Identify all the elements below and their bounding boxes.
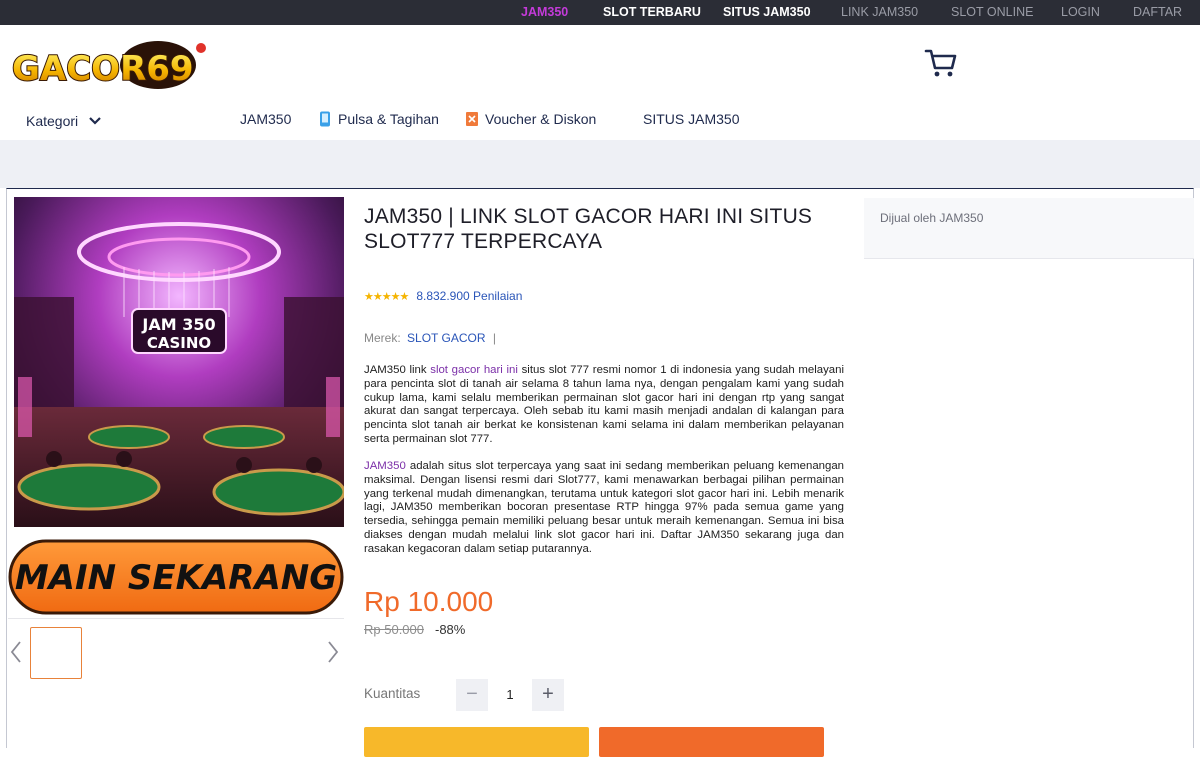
kategori-dropdown[interactable]: Kategori — [26, 113, 102, 129]
desc2-link[interactable]: JAM350 — [364, 460, 406, 472]
cta-label: MAIN SEKARANG — [15, 558, 337, 598]
topnav-login[interactable]: LOGIN — [1061, 5, 1100, 19]
desc1-text-b: situs slot 777 resmi nomor 1 di indonesi… — [364, 364, 844, 445]
topnav-situs-jam350[interactable]: SITUS JAM350 — [723, 5, 811, 19]
product-title: JAM350 | LINK SLOT GACOR HARI INI SITUS … — [364, 205, 813, 253]
add-to-cart-button[interactable] — [599, 727, 824, 757]
buy-now-button[interactable] — [364, 727, 589, 757]
banner-band — [0, 140, 1200, 188]
nav-jam350-label: JAM350 — [240, 111, 292, 127]
topnav-daftar[interactable]: DAFTAR — [1133, 5, 1182, 19]
gallery-divider — [8, 618, 344, 619]
nav-jam350[interactable]: JAM350 — [240, 111, 291, 127]
nav-situs-label: SITUS JAM350 — [643, 111, 740, 127]
desc1-text-a: JAM350 link — [364, 364, 431, 376]
rating-count[interactable]: 8.832.900 Penilaian — [416, 289, 522, 303]
topnav-slot-terbaru[interactable]: SLOT TERBARU — [603, 5, 701, 19]
desc1-link[interactable]: slot gacor hari ini — [430, 364, 518, 376]
discount-badge: -88% — [435, 622, 466, 637]
gallery-prev-arrow-icon[interactable] — [9, 640, 23, 664]
image-sign-line1: JAM 350 — [141, 315, 215, 334]
cart-icon[interactable] — [924, 48, 958, 78]
category-nav: Kategori JAM350 Pulsa & Tagihan Voucher … — [0, 104, 1200, 140]
topnav-link-jam350[interactable]: LINK JAM350 — [841, 5, 918, 19]
logo-text: GACOR69 — [12, 49, 194, 89]
gallery-next-arrow-icon[interactable] — [326, 640, 340, 664]
product-main-image[interactable]: JAM 350 CASINO — [14, 197, 344, 527]
original-price: Rp 50.000 — [364, 622, 424, 637]
quantity-decrease-button[interactable]: − — [456, 679, 488, 711]
site-logo[interactable]: GACOR69 — [8, 38, 208, 94]
brand-separator: | — [492, 331, 496, 345]
phone-icon — [320, 111, 330, 127]
seller-text[interactable]: Dijual oleh JAM350 — [880, 211, 983, 225]
description-paragraph-2: JAM350 adalah situs slot terpercaya yang… — [364, 460, 844, 557]
rating: ★★★★★ 8.832.900 Penilaian — [364, 289, 522, 303]
voucher-icon — [466, 112, 478, 126]
seller-box: Dijual oleh JAM350 — [864, 198, 1194, 259]
quantity-label: Kuantitas — [364, 686, 421, 701]
top-bar: JAM350 SLOT TERBARU SITUS JAM350 LINK JA… — [0, 0, 1200, 25]
quantity-increase-button[interactable]: + — [532, 679, 564, 711]
gallery-thumbnail[interactable] — [30, 627, 82, 679]
chevron-down-icon — [89, 117, 101, 125]
quantity-input[interactable] — [490, 679, 530, 711]
description-paragraph-1: JAM350 link slot gacor hari ini situs sl… — [364, 364, 844, 447]
topnav-jam350[interactable]: JAM350 — [521, 5, 568, 19]
nav-pulsa-label: Pulsa & Tagihan — [338, 111, 439, 127]
brand-link[interactable]: SLOT GACOR — [407, 331, 485, 345]
nav-pulsa-tagihan[interactable]: Pulsa & Tagihan — [318, 111, 439, 127]
nav-voucher-diskon[interactable]: Voucher & Diskon — [465, 111, 596, 127]
main-sekarang-button[interactable]: MAIN SEKARANG — [8, 537, 344, 617]
brand-label: Merek: — [364, 331, 401, 345]
brand-row: Merek: SLOT GACOR | — [364, 331, 496, 345]
kategori-label: Kategori — [26, 113, 79, 129]
nav-voucher-label: Voucher & Diskon — [485, 111, 597, 127]
rating-stars: ★★★★★ — [364, 290, 409, 303]
topnav-slot-online[interactable]: SLOT ONLINE — [951, 5, 1033, 19]
image-sign-line2: CASINO — [147, 334, 211, 352]
desc2-text: adalah situs slot terpercaya yang saat i… — [364, 460, 844, 555]
nav-situs-jam350[interactable]: SITUS JAM350 — [643, 111, 739, 127]
product-price: Rp 10.000 — [364, 586, 494, 617]
